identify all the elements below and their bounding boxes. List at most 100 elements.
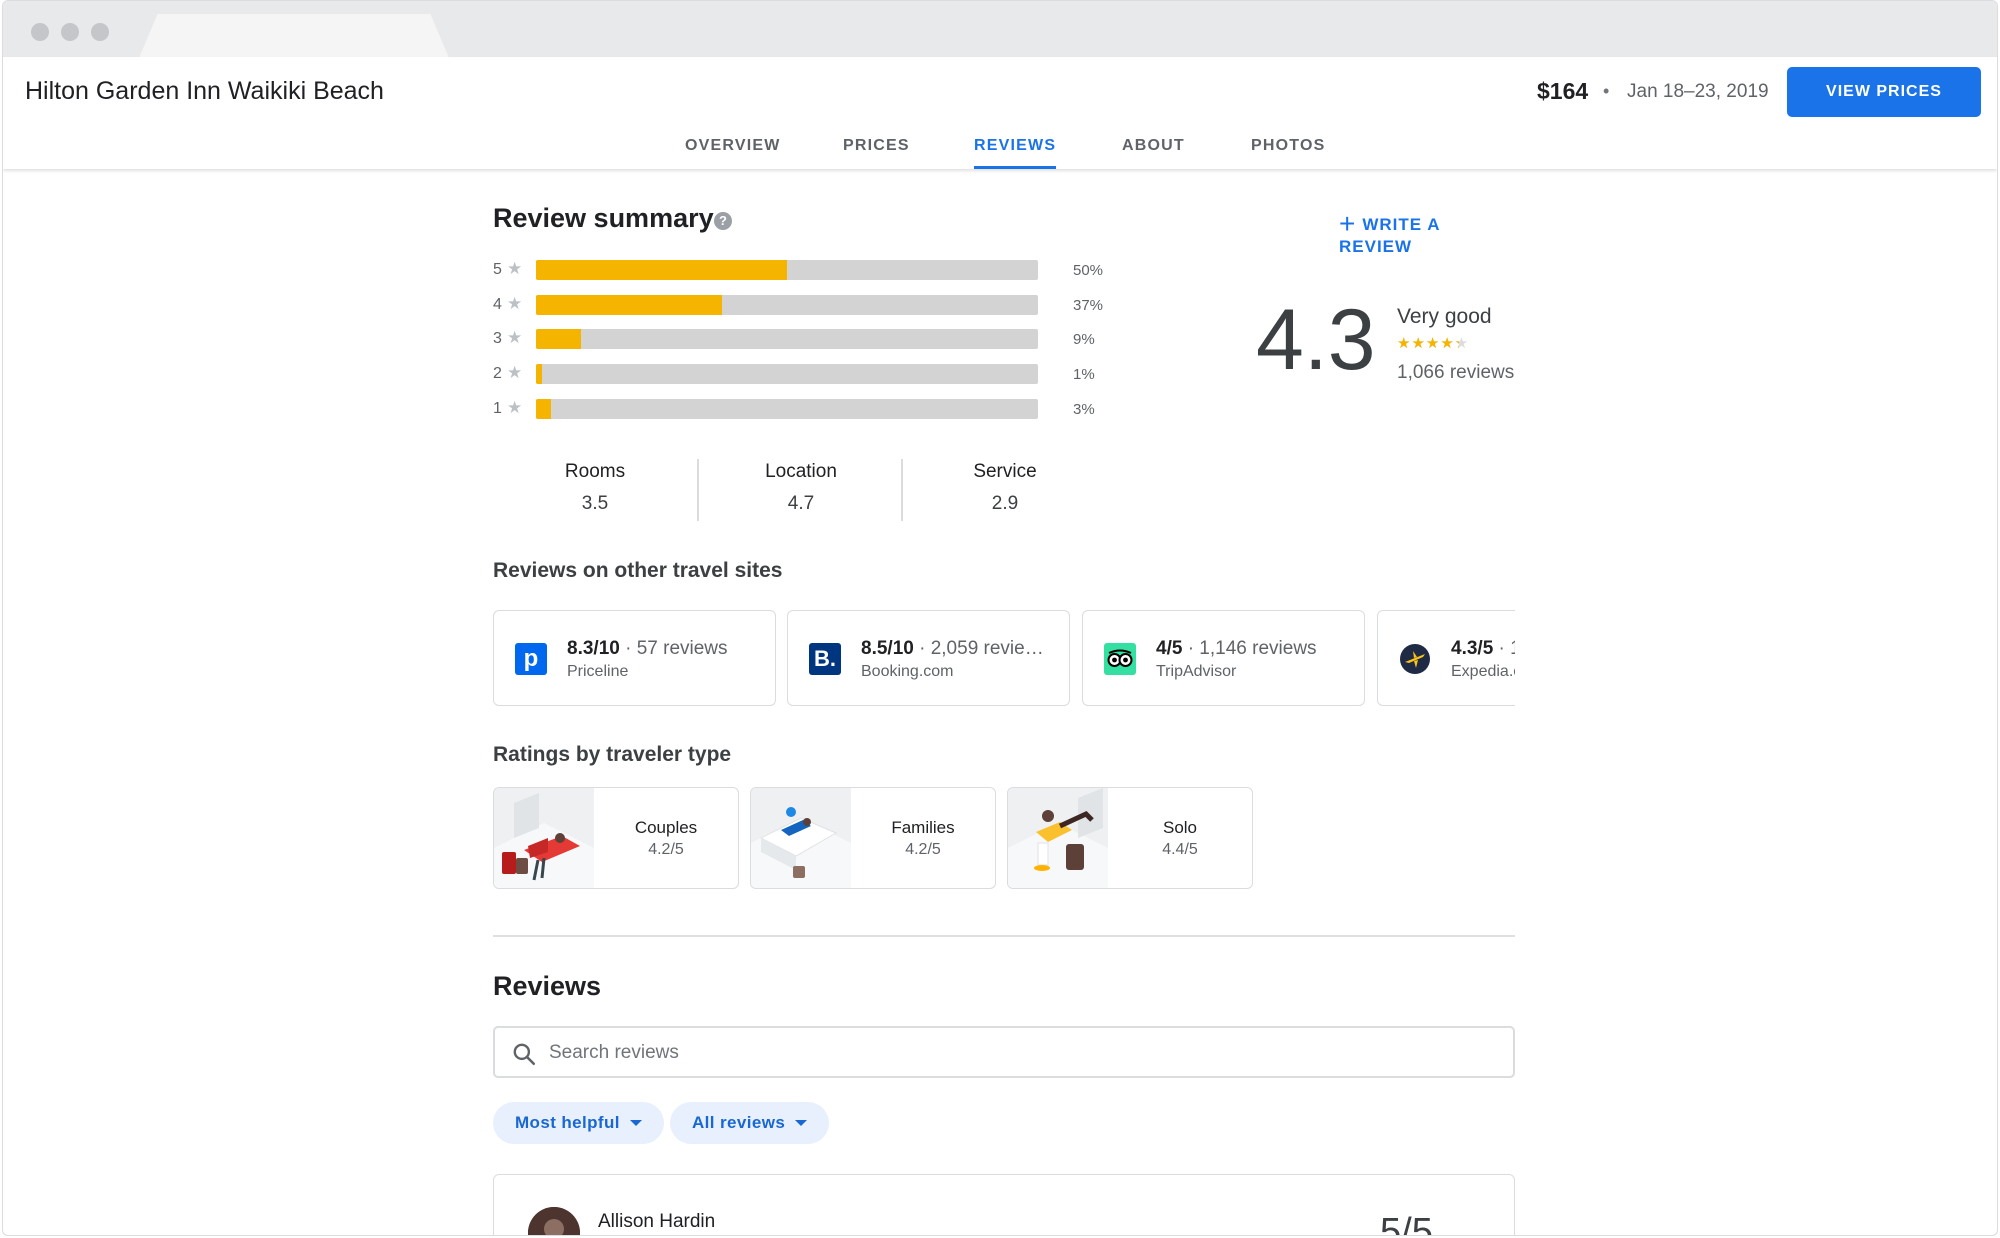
avatar[interactable] — [528, 1207, 580, 1235]
reviews-title: Reviews — [493, 971, 602, 1001]
category-rating-rooms: Rooms 3.5 — [493, 461, 697, 521]
browser-tab[interactable] — [139, 14, 449, 58]
tab-about[interactable]: ABOUT — [1122, 137, 1185, 169]
tab-overview[interactable]: OVERVIEW — [685, 137, 781, 169]
rating-bar-fill — [536, 295, 722, 315]
rating-bar-row[interactable]: 1 ★ 3% — [493, 397, 1113, 421]
traveler-card-couples[interactable]: Couples 4.2/5 — [493, 787, 739, 889]
families-illustration — [751, 788, 851, 888]
hotel-title: Hilton Garden Inn Waikiki Beach — [25, 77, 384, 105]
traveler-type-title: Ratings by traveler type — [493, 743, 732, 766]
separator-dot: • — [1603, 81, 1610, 101]
star-icon: ★ — [507, 363, 523, 382]
filter-label: All reviews — [692, 1113, 786, 1132]
site-score: 4.3/5 · 1 — [1451, 638, 1515, 659]
tripadvisor-icon — [1104, 643, 1136, 675]
window-maximize-dot[interactable] — [91, 23, 109, 41]
category-rating-location: Location 4.7 — [699, 461, 903, 521]
review-score: 5/5 — [1380, 1211, 1433, 1236]
price-label: $164 — [1537, 78, 1589, 104]
review-card: Allison Hardin 5/5 — [493, 1174, 1515, 1236]
sort-label: Most helpful — [515, 1113, 620, 1132]
date-range[interactable]: Jan 18–23, 2019 — [1627, 81, 1769, 103]
traveler-card-families[interactable]: Families 4.2/5 — [750, 787, 996, 889]
rating-bar-percent: 9% — [1073, 331, 1095, 348]
category-rating-service: Service 2.9 — [903, 461, 1107, 521]
site-name: TripAdvisor — [1156, 663, 1237, 680]
overall-rating: 4.3 — [1256, 292, 1376, 388]
rating-bar-row[interactable]: 5 ★ 50% — [493, 258, 1113, 282]
site-score: 8.3/10 · 57 reviews — [567, 638, 728, 659]
section-divider — [493, 935, 1515, 937]
rating-description: Very good — [1397, 305, 1492, 328]
reviewer-name[interactable]: Allison Hardin — [598, 1211, 715, 1233]
rating-bar-track — [536, 364, 1038, 384]
site-card-booking[interactable]: B. 8.5/10 · 2,059 revie… Booking.com — [787, 610, 1070, 706]
category-value: 3.5 — [581, 493, 609, 514]
other-sites-title: Reviews on other travel sites — [493, 559, 783, 582]
star-icon: ★ — [507, 398, 523, 417]
tab-reviews[interactable]: REVIEWS — [974, 137, 1057, 169]
rating-bar-fill — [536, 364, 543, 384]
section-tabs: OVERVIEW PRICES REVIEWS ABOUT PHOTOS — [3, 137, 1997, 169]
site-name: Expedia.c — [1451, 663, 1515, 680]
rating-bar-fill — [536, 329, 582, 349]
rating-bar-row[interactable]: 3 ★ 9% — [493, 327, 1113, 351]
rating-bar-track — [536, 399, 1038, 419]
priceline-icon: p — [515, 643, 547, 675]
site-card-expedia[interactable]: 4.3/5 · 1 Expedia.c — [1377, 610, 1515, 706]
rating-bar-stars: 5 — [493, 261, 502, 278]
booking-icon: B. — [809, 643, 841, 675]
category-label: Location — [765, 461, 837, 482]
rating-bar-percent: 3% — [1073, 401, 1095, 418]
rating-bar-stars: 3 — [493, 330, 502, 347]
site-name: Priceline — [567, 663, 629, 680]
category-value: 2.9 — [991, 493, 1019, 514]
rating-bar-track — [536, 329, 1038, 349]
site-card-priceline[interactable]: p 8.3/10 · 57 reviews Priceline — [493, 610, 776, 706]
rating-bar-row[interactable]: 4 ★ 37% — [493, 293, 1113, 317]
view-prices-button[interactable]: VIEW PRICES — [1787, 67, 1981, 117]
question-icon[interactable]: ? — [714, 212, 732, 230]
reviews-content: Review summary ? + WRITE A REVIEW 5 ★ 50%… — [493, 169, 1515, 1236]
solo-illustration — [1008, 788, 1108, 888]
search-icon — [513, 1043, 536, 1066]
caret-down-icon — [629, 1120, 642, 1126]
rating-bar-track — [536, 295, 1038, 315]
plus-icon: + — [1339, 208, 1357, 239]
couples-illustration — [494, 788, 594, 888]
window-close-dot[interactable] — [31, 23, 49, 41]
site-name: Booking.com — [861, 663, 954, 680]
rating-stars: ★★★★★ ★★★★★ — [1397, 334, 1469, 352]
rating-bar-row[interactable]: 2 ★ 1% — [493, 362, 1113, 386]
browser-window: Hilton Garden Inn Waikiki Beach $164 • J… — [2, 0, 1998, 1236]
traveler-type-value: 4.4/5 — [1162, 841, 1198, 858]
search-input[interactable] — [549, 1036, 1449, 1070]
review-search[interactable] — [493, 1026, 1515, 1078]
rating-bar-percent: 37% — [1073, 297, 1104, 314]
browser-chrome — [3, 1, 1997, 58]
traveler-type-label: Solo — [1162, 818, 1198, 837]
rating-bar-percent: 1% — [1073, 366, 1095, 383]
tab-photos[interactable]: PHOTOS — [1251, 137, 1325, 169]
tab-prices[interactable]: PRICES — [843, 137, 910, 169]
traveler-type-label: Couples — [634, 818, 698, 837]
expedia-icon — [1399, 643, 1431, 675]
rating-bar-fill — [536, 260, 787, 280]
traveler-type-value: 4.2/5 — [648, 841, 684, 858]
rating-bar-stars: 1 — [493, 400, 502, 417]
category-label: Service — [973, 461, 1037, 482]
review-count[interactable]: 1,066 reviews — [1397, 362, 1514, 384]
write-review-button[interactable]: + WRITE A REVIEW — [1339, 205, 1515, 257]
window-minimize-dot[interactable] — [61, 23, 79, 41]
rating-stars-filled: ★★★★★ — [1397, 335, 1459, 352]
site-score: 8.5/10 · 2,059 revie… — [861, 638, 1044, 659]
traveler-card-solo[interactable]: Solo 4.4/5 — [1007, 787, 1253, 889]
filter-dropdown[interactable]: All reviews — [670, 1102, 830, 1144]
caret-down-icon — [795, 1120, 808, 1126]
site-card-tripadvisor[interactable]: 4/5 · 1,146 reviews TripAdvisor — [1082, 610, 1365, 706]
review-summary-title: Review summary — [493, 203, 714, 233]
star-icon: ★ — [507, 294, 523, 313]
sort-dropdown[interactable]: Most helpful — [493, 1102, 664, 1144]
star-icon: ★ — [507, 328, 523, 347]
